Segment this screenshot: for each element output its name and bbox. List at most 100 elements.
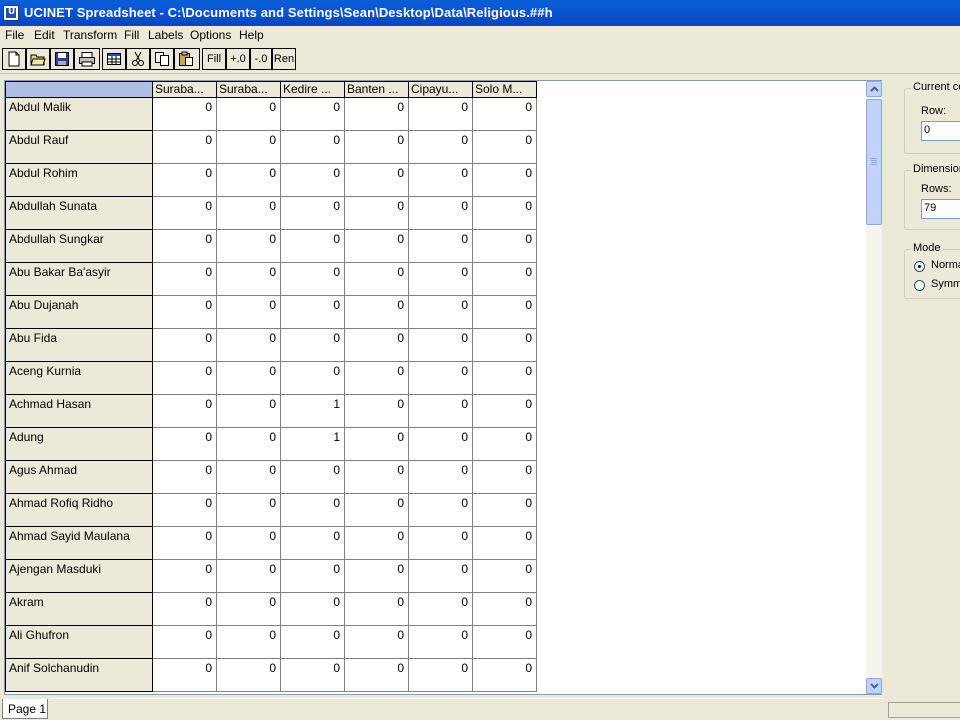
grid-cell[interactable]: 0	[217, 230, 281, 263]
grid-cell[interactable]: 0	[153, 362, 217, 395]
grid-cell[interactable]: 0	[153, 626, 217, 659]
fill-button[interactable]: Fill	[202, 48, 226, 70]
grid-cell[interactable]: 0	[153, 659, 217, 692]
grid-cell[interactable]: 0	[473, 131, 537, 164]
rename-button[interactable]: Ren	[272, 48, 296, 70]
menu-fill[interactable]: Fill	[124, 28, 139, 42]
grid-cell[interactable]: 0	[281, 560, 345, 593]
scroll-thumb[interactable]	[866, 99, 882, 225]
page-tab[interactable]: Page 1	[2, 699, 48, 719]
grid-cell[interactable]: 0	[217, 395, 281, 428]
row-header[interactable]: Agus Ahmad	[5, 461, 153, 494]
grid-cell[interactable]: 0	[345, 461, 409, 494]
grid-cell[interactable]: 0	[473, 230, 537, 263]
grid-cell[interactable]: 0	[345, 395, 409, 428]
grid-cell[interactable]: 0	[217, 626, 281, 659]
grid-cell[interactable]: 0	[281, 461, 345, 494]
grid-cell[interactable]: 0	[153, 197, 217, 230]
select-all-corner[interactable]	[5, 81, 153, 98]
grid-cell[interactable]: 0	[281, 527, 345, 560]
row-header[interactable]: Ali Ghufron	[5, 626, 153, 659]
grid-cell[interactable]: 0	[473, 362, 537, 395]
grid-cell[interactable]: 0	[153, 494, 217, 527]
grid-cell[interactable]: 0	[217, 263, 281, 296]
grid-cell[interactable]: 0	[345, 230, 409, 263]
decrease-decimal-button[interactable]: -.0	[250, 48, 272, 70]
grid-cell[interactable]: 0	[409, 230, 473, 263]
grid-cell[interactable]: 0	[345, 296, 409, 329]
print-button[interactable]	[74, 48, 100, 70]
rows-input[interactable]: 79	[921, 199, 960, 219]
row-header[interactable]: Adung	[5, 428, 153, 461]
grid-cell[interactable]: 0	[345, 197, 409, 230]
paste-button[interactable]	[174, 48, 200, 70]
grid-cell[interactable]: 0	[473, 296, 537, 329]
menu-file[interactable]: File	[5, 28, 24, 42]
grid-cell[interactable]: 0	[281, 98, 345, 131]
grid-cell[interactable]: 0	[217, 659, 281, 692]
grid-cell[interactable]: 0	[217, 428, 281, 461]
menu-labels[interactable]: Labels	[148, 28, 183, 42]
grid-cell[interactable]: 0	[217, 98, 281, 131]
grid-cell[interactable]: 0	[153, 131, 217, 164]
grid-cell[interactable]: 0	[153, 461, 217, 494]
grid-cell[interactable]: 0	[345, 164, 409, 197]
grid-cell[interactable]: 1	[281, 395, 345, 428]
grid-cell[interactable]: 0	[281, 659, 345, 692]
row-header[interactable]: Abu Fida	[5, 329, 153, 362]
grid-cell[interactable]: 0	[473, 494, 537, 527]
grid-cell[interactable]: 0	[281, 362, 345, 395]
row-header[interactable]: Abdullah Sunata	[5, 197, 153, 230]
grid-cell[interactable]: 0	[217, 131, 281, 164]
grid-cell[interactable]: 0	[473, 263, 537, 296]
grid-cell[interactable]: 0	[473, 428, 537, 461]
cut-button[interactable]	[126, 48, 150, 70]
grid-cell[interactable]: 0	[409, 164, 473, 197]
grid-cell[interactable]: 0	[409, 428, 473, 461]
grid-cell[interactable]: 0	[217, 362, 281, 395]
mode-normal-radio[interactable]	[914, 261, 925, 272]
grid-cell[interactable]: 0	[473, 626, 537, 659]
grid-cell[interactable]: 0	[409, 593, 473, 626]
grid-cell[interactable]: 0	[153, 296, 217, 329]
row-header[interactable]: Ajengan Masduki	[5, 560, 153, 593]
spreadsheet-grid[interactable]: Suraba... Suraba... Kedire ... Banten ... Ci…	[4, 80, 882, 695]
grid-cell[interactable]: 0	[409, 362, 473, 395]
grid-view-button[interactable]	[102, 48, 126, 70]
grid-cell[interactable]: 0	[217, 197, 281, 230]
column-header[interactable]: Suraba...	[217, 81, 281, 98]
grid-cell[interactable]: 0	[473, 329, 537, 362]
row-header[interactable]: Abu Bakar Ba'asyir	[5, 263, 153, 296]
grid-cell[interactable]: 0	[473, 560, 537, 593]
grid-cell[interactable]: 0	[409, 197, 473, 230]
grid-cell[interactable]: 0	[345, 362, 409, 395]
column-header[interactable]: Suraba...	[153, 81, 217, 98]
row-header[interactable]: Ahmad Sayid Maulana	[5, 527, 153, 560]
grid-cell[interactable]: 0	[345, 329, 409, 362]
grid-cell[interactable]: 0	[345, 98, 409, 131]
grid-cell[interactable]: 0	[409, 659, 473, 692]
column-header[interactable]: Kedire ...	[281, 81, 345, 98]
grid-cell[interactable]: 0	[409, 527, 473, 560]
grid-cell[interactable]: 0	[153, 527, 217, 560]
grid-cell[interactable]: 0	[409, 461, 473, 494]
ucinet-app-icon[interactable]	[3, 5, 19, 21]
grid-cell[interactable]: 0	[281, 131, 345, 164]
grid-cell[interactable]: 0	[217, 329, 281, 362]
row-header[interactable]: Ahmad Rofiq Ridho	[5, 494, 153, 527]
grid-cell[interactable]: 0	[153, 263, 217, 296]
grid-cell[interactable]: 0	[345, 560, 409, 593]
open-button[interactable]	[26, 48, 50, 70]
grid-cell[interactable]: 0	[281, 626, 345, 659]
grid-cell[interactable]: 0	[281, 263, 345, 296]
grid-cell[interactable]: 0	[409, 296, 473, 329]
mode-normal-label[interactable]: Norma	[931, 259, 960, 271]
row-header[interactable]: Abdullah Sungkar	[5, 230, 153, 263]
menu-options[interactable]: Options	[190, 28, 231, 42]
grid-cell[interactable]: 0	[281, 593, 345, 626]
menu-help[interactable]: Help	[239, 28, 264, 42]
row-header[interactable]: Abdul Rohim	[5, 164, 153, 197]
grid-cell[interactable]: 0	[473, 395, 537, 428]
grid-cell[interactable]: 0	[409, 395, 473, 428]
grid-cell[interactable]: 0	[345, 131, 409, 164]
